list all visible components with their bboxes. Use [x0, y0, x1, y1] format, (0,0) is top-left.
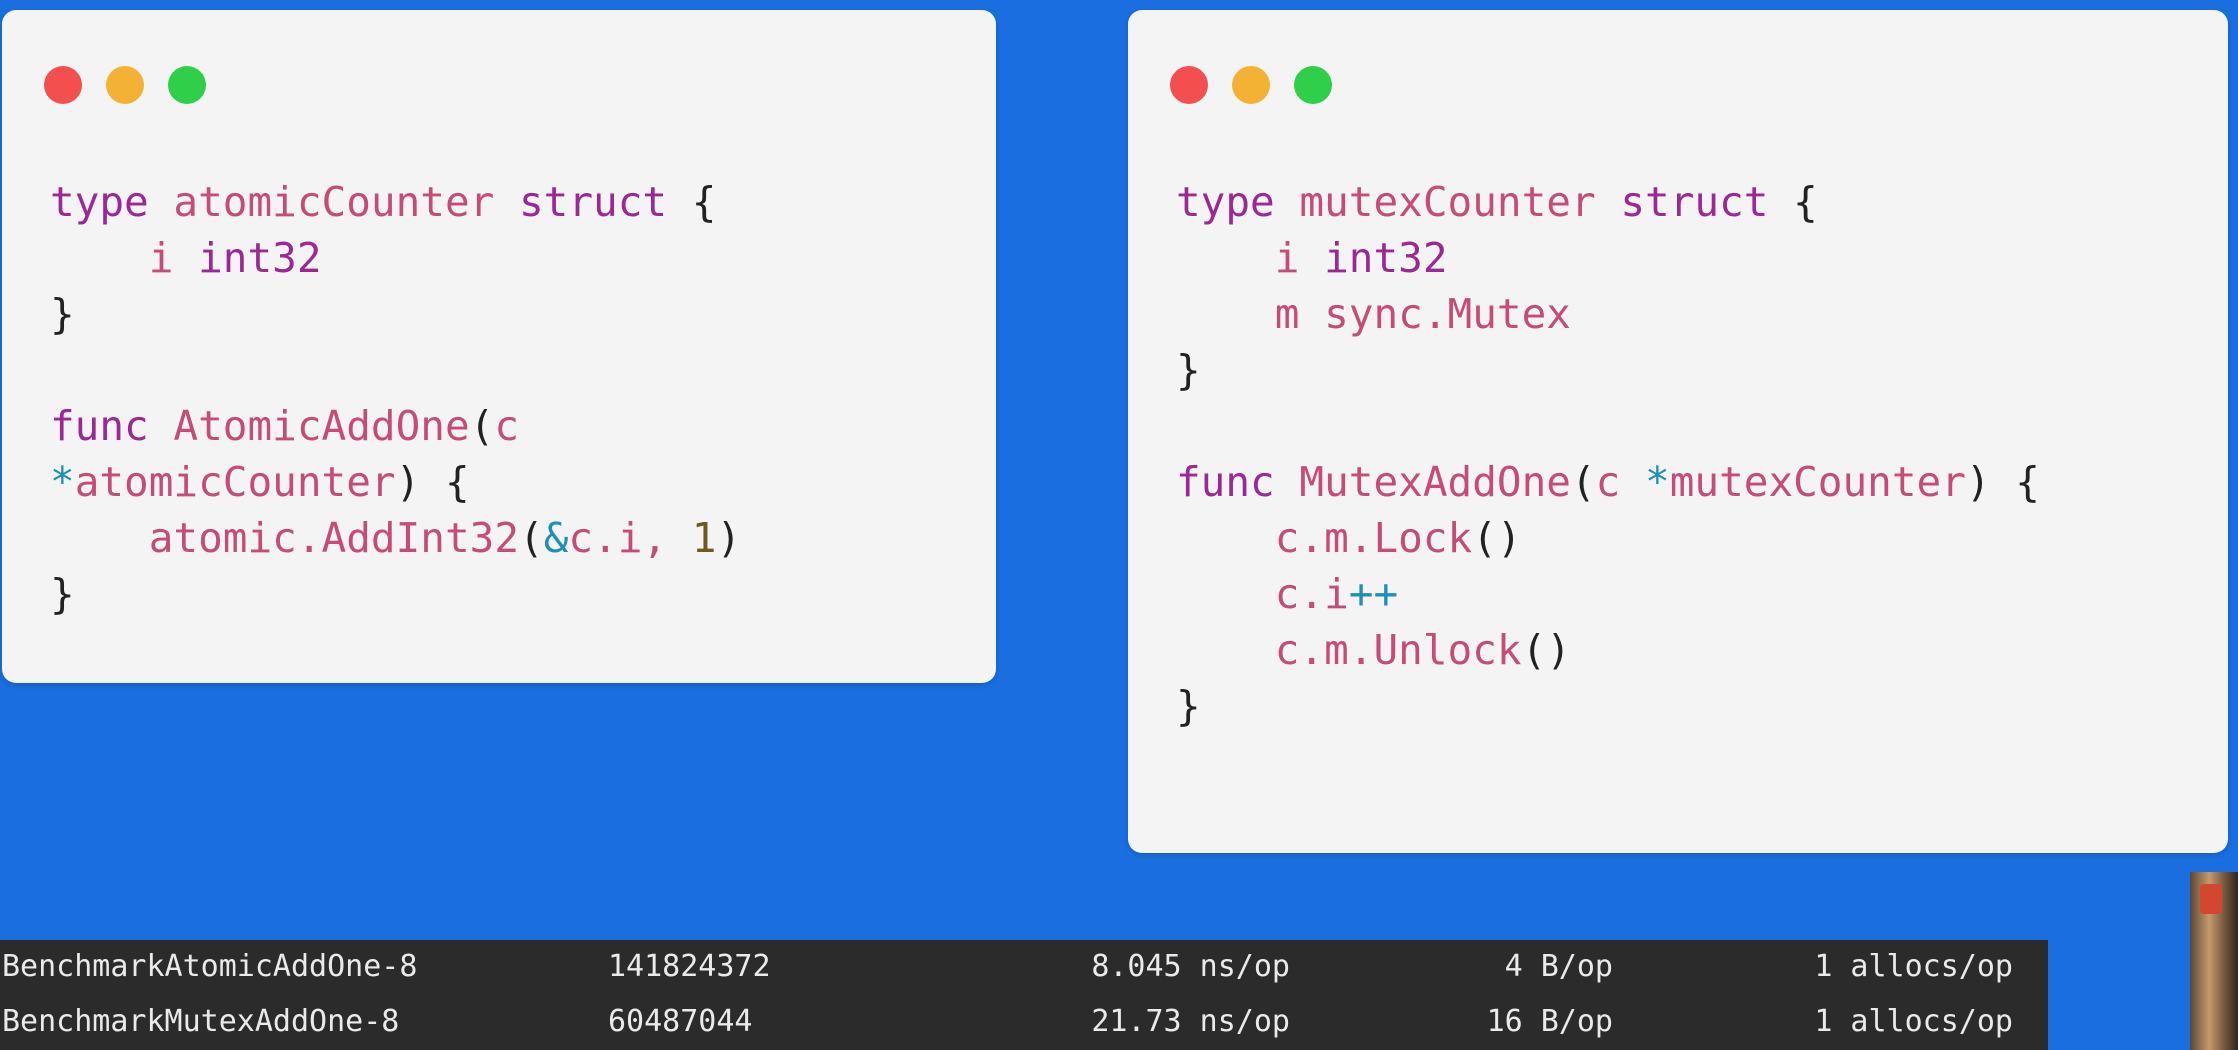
code-token: struct — [519, 178, 692, 226]
code-token: ++ — [1348, 570, 1399, 618]
benchmark-ns-per-op: 8.045 ns/op — [1091, 949, 1290, 984]
code-token: mutexCounter — [1669, 458, 1966, 506]
code-line: func AtomicAddOne(c — [50, 402, 519, 450]
benchmark-row: BenchmarkMutexAddOne-8 60487044 21.73 ns… — [0, 997, 2048, 1047]
maximize-dot-icon — [168, 66, 206, 104]
code-token: ( — [519, 514, 544, 562]
code-token: } — [50, 570, 75, 618]
code-line: atomic.AddInt32(&c.i, 1) — [50, 514, 741, 562]
code-token: ) — [716, 514, 742, 562]
code-token: c — [494, 402, 520, 450]
code-token: } — [1176, 682, 1201, 730]
close-dot-icon — [1170, 66, 1208, 104]
speaker-webcam-thumbnail — [2190, 872, 2238, 1050]
code-line: c.m.Unlock() — [1176, 626, 1571, 674]
benchmark-name: BenchmarkAtomicAddOne-8 — [2, 949, 418, 984]
maximize-dot-icon — [1294, 66, 1332, 104]
code-token: () — [1472, 514, 1522, 562]
benchmark-allocs-per-op: 1 allocs/op — [1814, 949, 2013, 984]
code-token: * — [50, 458, 75, 506]
code-line: type mutexCounter struct { — [1176, 178, 1818, 226]
code-token: () — [1521, 626, 1571, 674]
code-token: m sync.Mutex — [1176, 290, 1571, 338]
close-dot-icon — [44, 66, 82, 104]
code-card-mutex: type mutexCounter struct { i int32 m syn… — [1128, 10, 2228, 853]
code-token: c — [1595, 458, 1646, 506]
code-token: * — [1645, 458, 1670, 506]
code-line: } — [1176, 346, 1201, 394]
code-card-atomic: type atomicCounter struct { i int32 } fu… — [2, 10, 996, 683]
code-token: i — [50, 234, 199, 282]
code-token: func — [1176, 458, 1300, 506]
code-token: & — [543, 514, 569, 562]
code-line: func MutexAddOne(c *mutexCounter) { — [1176, 458, 2040, 506]
code-token: atomicCounter — [74, 458, 396, 506]
code-line: i int32 — [1176, 234, 1448, 282]
code-line: m sync.Mutex — [1176, 290, 1571, 338]
code-token: atomicCounter — [173, 178, 519, 226]
code-token: i — [1176, 234, 1325, 282]
code-line: } — [50, 570, 75, 618]
code-token: ) { — [395, 458, 470, 506]
benchmark-iterations: 60487044 — [608, 1004, 753, 1039]
benchmark-results: BenchmarkAtomicAddOne-8 141824372 8.045 … — [0, 940, 2048, 1050]
minimize-dot-icon — [1232, 66, 1270, 104]
code-line: c.i++ — [1176, 570, 1398, 618]
code-token: } — [50, 290, 75, 338]
code-token: func — [50, 402, 174, 450]
webcam-detail-icon — [2200, 884, 2222, 914]
minimize-dot-icon — [106, 66, 144, 104]
benchmark-iterations: 141824372 — [608, 949, 771, 984]
code-token: c.m.Lock — [1176, 514, 1473, 562]
code-line: *atomicCounter) { — [50, 458, 470, 506]
code-line: } — [50, 290, 75, 338]
code-token: } — [1176, 346, 1201, 394]
code-line: c.m.Lock() — [1176, 514, 1522, 562]
benchmark-bytes-per-op: 4 B/op — [1504, 949, 1613, 984]
code-line: type atomicCounter struct { — [50, 178, 716, 226]
code-line: } — [1176, 682, 1201, 730]
benchmark-bytes-per-op: 16 B/op — [1486, 1004, 1613, 1039]
code-block-mutex: type mutexCounter struct { i int32 m syn… — [1176, 174, 2040, 734]
benchmark-allocs-per-op: 1 allocs/op — [1814, 1004, 2013, 1039]
code-line: i int32 — [50, 234, 322, 282]
code-token: type — [50, 178, 174, 226]
code-token: atomic.AddInt32 — [50, 514, 519, 562]
code-token: c.m.Unlock — [1176, 626, 1522, 674]
code-token: struct — [1620, 178, 1794, 226]
code-token: type — [1176, 178, 1300, 226]
benchmark-name: BenchmarkMutexAddOne-8 — [2, 1004, 400, 1039]
code-token: c.i — [1176, 570, 1349, 618]
code-token: AtomicAddOne — [173, 402, 470, 450]
code-token: int32 — [1324, 234, 1448, 282]
code-block-atomic: type atomicCounter struct { i int32 } fu… — [50, 174, 741, 622]
benchmark-ns-per-op: 21.73 ns/op — [1091, 1004, 1290, 1039]
code-token: { — [1793, 178, 1818, 226]
window-controls — [1170, 66, 1332, 104]
code-token: 1 — [691, 514, 717, 562]
code-token: MutexAddOne — [1299, 458, 1571, 506]
code-token: c.i, — [568, 514, 692, 562]
code-token: ( — [469, 402, 495, 450]
window-controls — [44, 66, 206, 104]
code-token: ) { — [1965, 458, 2040, 506]
code-token: ( — [1570, 458, 1596, 506]
code-token: { — [691, 178, 717, 226]
code-token: int32 — [198, 234, 322, 282]
benchmark-row: BenchmarkAtomicAddOne-8 141824372 8.045 … — [0, 942, 2048, 992]
code-token: mutexCounter — [1299, 178, 1621, 226]
